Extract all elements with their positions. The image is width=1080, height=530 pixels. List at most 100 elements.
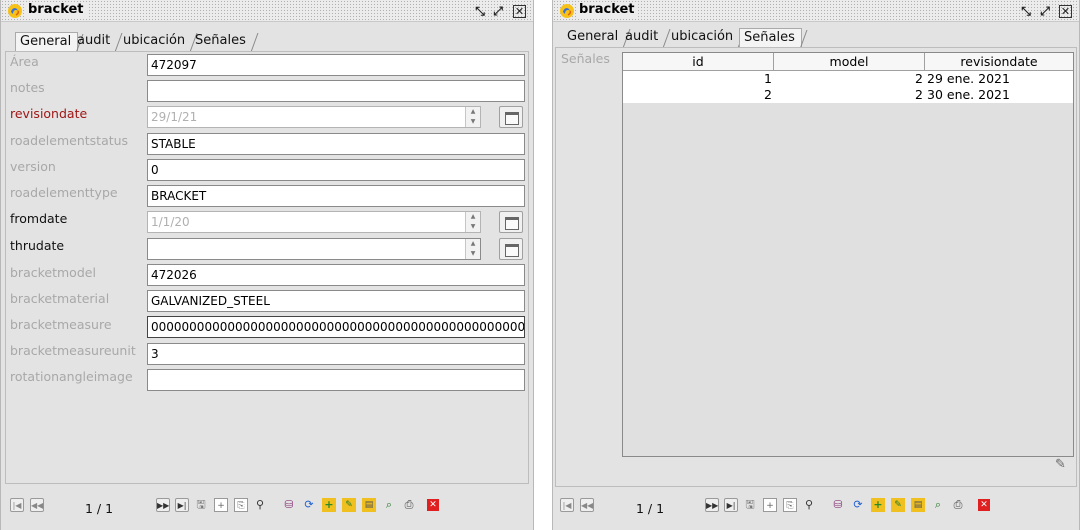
thrudate-field[interactable]: ▲ ▼ [147, 238, 481, 260]
refresh-icon[interactable]: ⟳ [302, 498, 316, 512]
print-icon[interactable]: ⎙ [402, 498, 416, 512]
close-icon[interactable]: ✕ [513, 5, 526, 18]
page-indicator: 1 / 1 [85, 501, 114, 516]
minimize-icon[interactable]: ⤡ [472, 3, 488, 19]
label-fromdate: fromdate [10, 211, 68, 226]
label-rotationangleimage: rotationangleimage [10, 369, 133, 384]
delete-icon[interactable]: ✕ [978, 499, 990, 511]
version-field[interactable]: 0 [147, 159, 525, 181]
revisiondate-calendar-icon[interactable] [499, 106, 523, 128]
copy-record-icon[interactable]: ⎘ [783, 498, 797, 512]
tab-general[interactable]: General [15, 32, 79, 51]
thrudate-spinner[interactable]: ▲ ▼ [465, 239, 480, 259]
thrudate-calendar-icon[interactable] [499, 238, 523, 260]
filter-icon[interactable]: ▤ [362, 498, 376, 512]
label-revisiondate: revisiondate [10, 106, 88, 121]
label-bracketmeasureunit: bracketmeasureunit [10, 343, 136, 358]
previous-record-icon[interactable]: ◀◀ [30, 498, 44, 512]
next-record-icon[interactable]: ▶▶ [705, 498, 719, 512]
previous-record-icon[interactable]: ◀◀ [580, 498, 594, 512]
tab-audit[interactable]: audit [73, 32, 116, 51]
bracketmodel-field[interactable]: 472026 [147, 264, 525, 286]
save-icon[interactable]: 🖫 [743, 498, 757, 512]
area-field[interactable]: 472097 [147, 54, 525, 76]
grid-header: id model revisiondate [623, 53, 1073, 71]
first-record-icon[interactable]: |◀ [10, 498, 24, 512]
new-record-icon[interactable]: + [214, 498, 228, 512]
revisiondate-field[interactable]: 29/1/21 ▲ ▼ [147, 106, 481, 128]
tab-senales[interactable]: Señales [739, 28, 802, 47]
record-toolbar-right: |◀ ◀◀ 1 / 1 ▶▶ ▶| 🖫 + ⎘ ⚲ ⛁ ⟳ + ✎ ▤ ⌕ ⎙ … [552, 490, 1080, 530]
app-logo-icon [8, 4, 22, 18]
tab-senales[interactable]: Señales [191, 32, 252, 51]
fromdate-field[interactable]: 1/1/20 ▲ ▼ [147, 211, 481, 233]
new-record-icon[interactable]: + [763, 498, 777, 512]
next-record-icon[interactable]: ▶▶ [156, 498, 170, 512]
fromdate-spinner[interactable]: ▲ ▼ [465, 212, 480, 232]
notes-field[interactable] [147, 80, 525, 102]
view-icon[interactable]: ⌕ [382, 498, 396, 512]
column-header-model[interactable]: model [774, 53, 925, 71]
print-icon[interactable]: ⎙ [951, 498, 965, 512]
add-icon[interactable]: + [322, 498, 336, 512]
column-header-revisiondate[interactable]: revisiondate [925, 53, 1073, 71]
revisiondate-value: 29/1/21 [151, 110, 198, 124]
cell-model: 2 [915, 87, 923, 102]
title-bar[interactable]: bracket ⤡ ⤢ ✕ [553, 0, 1079, 22]
label-bracketmeasure: bracketmeasure [10, 317, 112, 332]
bracketmeasureunit-field[interactable]: 3 [147, 343, 525, 365]
last-record-icon[interactable]: ▶| [175, 498, 189, 512]
maximize-icon[interactable]: ⤢ [1037, 3, 1053, 19]
label-roadelementstatus: roadelementstatus [10, 133, 129, 148]
search-binoculars-icon[interactable]: ⚲ [802, 498, 816, 512]
edit-icon[interactable]: ✎ [342, 498, 356, 512]
bracket-window-left: bracket ⤡ ⤢ ✕ General audit ubicación Se… [0, 0, 534, 530]
delete-icon[interactable]: ✕ [427, 499, 439, 511]
revisiondate-spinner[interactable]: ▲ ▼ [465, 107, 480, 127]
senales-grid-label: Señales [561, 51, 610, 66]
senales-grid[interactable]: id model revisiondate 1 2 29 ene. 2021 2… [622, 52, 1074, 457]
view-icon[interactable]: ⌕ [931, 498, 945, 512]
close-icon[interactable]: ✕ [1059, 5, 1072, 18]
tab-general[interactable]: General [563, 28, 624, 47]
copy-record-icon[interactable]: ⎘ [234, 498, 248, 512]
window-title: bracket [576, 2, 638, 18]
filter-icon[interactable]: ▤ [911, 498, 925, 512]
bracketmeasure-field[interactable]: 0000000000000000000000000000000000000000… [147, 316, 525, 338]
table-row[interactable]: 1 2 29 ene. 2021 [623, 71, 1073, 87]
tab-ubicacion[interactable]: ubicación [667, 28, 739, 47]
title-bar[interactable]: bracket ⤡ ⤢ ✕ [1, 0, 533, 22]
tab-audit[interactable]: audit [621, 28, 664, 47]
bracketmaterial-field[interactable]: GALVANIZED_STEEL [147, 290, 525, 312]
table-row[interactable]: 2 2 30 ene. 2021 [623, 87, 1073, 103]
rotationangleimage-field[interactable] [147, 369, 525, 391]
fromdate-calendar-icon[interactable] [499, 211, 523, 233]
roadelementstatus-field[interactable]: STABLE [147, 133, 525, 155]
record-toolbar: |◀ ◀◀ 1 / 1 ▶▶ ▶| 🖫 + ⎘ ⚲ ⛁ ⟳ + ✎ ▤ ⌕ ⎙ … [1, 490, 533, 530]
cell-id: 1 [764, 71, 772, 86]
label-area: Área [10, 54, 39, 69]
maximize-icon[interactable]: ⤢ [490, 3, 506, 19]
refresh-icon[interactable]: ⟳ [851, 498, 865, 512]
window-title: bracket [25, 2, 87, 18]
cell-id: 2 [764, 87, 772, 102]
tab-ubicacion[interactable]: ubicación [119, 32, 191, 51]
roadelementtype-field[interactable]: BRACKET [147, 185, 525, 207]
cell-revisiondate: 30 ene. 2021 [927, 87, 1010, 102]
database-icon[interactable]: ⛁ [831, 498, 845, 512]
label-roadelementtype: roadelementtype [10, 185, 118, 200]
label-thrudate: thrudate [10, 238, 65, 253]
label-notes: notes [10, 80, 45, 95]
page-indicator: 1 / 1 [636, 501, 665, 516]
add-icon[interactable]: + [871, 498, 885, 512]
database-icon[interactable]: ⛁ [282, 498, 296, 512]
last-record-icon[interactable]: ▶| [724, 498, 738, 512]
save-icon[interactable]: 🖫 [194, 498, 208, 512]
minimize-icon[interactable]: ⤡ [1018, 3, 1034, 19]
grid-edit-icon[interactable]: ✎ [1055, 457, 1071, 473]
search-binoculars-icon[interactable]: ⚲ [253, 498, 267, 512]
cell-revisiondate: 29 ene. 2021 [927, 71, 1010, 86]
column-header-id[interactable]: id [623, 53, 774, 71]
edit-icon[interactable]: ✎ [891, 498, 905, 512]
first-record-icon[interactable]: |◀ [560, 498, 574, 512]
